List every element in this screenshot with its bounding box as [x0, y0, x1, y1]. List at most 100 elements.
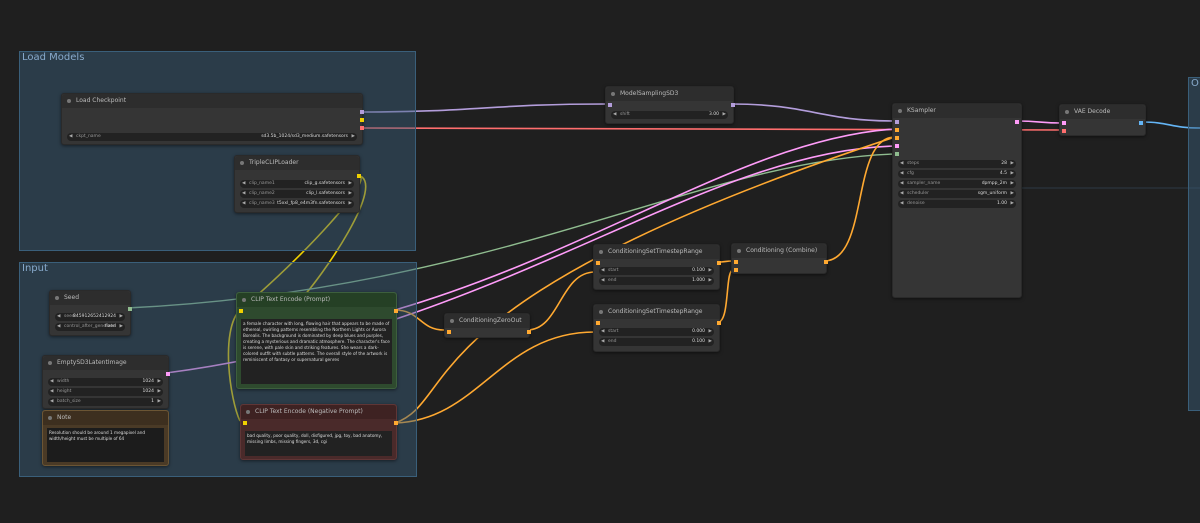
collapse-dot-icon[interactable] — [1065, 110, 1069, 114]
input-port-samples[interactable] — [1062, 121, 1066, 125]
node-triple-clip-loader[interactable]: TripleCLIPLoader ◀ clip_name1 clip_g.saf… — [234, 155, 361, 213]
prompt-textarea[interactable]: a female character with long, flowing ha… — [241, 319, 392, 384]
arrow-right-icon[interactable]: ▶ — [709, 277, 712, 285]
arrow-right-icon[interactable]: ▶ — [709, 328, 712, 336]
output-port-vae[interactable] — [360, 126, 364, 130]
collapse-dot-icon[interactable] — [240, 161, 244, 165]
node-seed[interactable]: Seed ◀ seed 845912652412924 ▶ ◀ control_… — [49, 290, 132, 336]
widget-width[interactable]: ◀ width 1024 ▶ — [48, 378, 163, 386]
widget-shift[interactable]: ◀ shift 3.00 ▶ — [611, 111, 728, 119]
arrow-right-icon[interactable]: ▶ — [1011, 190, 1014, 198]
input-port-vae[interactable] — [1062, 129, 1066, 133]
output-port-conditioning[interactable] — [824, 260, 828, 264]
output-port-model[interactable] — [360, 110, 364, 114]
node-title[interactable]: Conditioning (Combine) — [732, 244, 826, 258]
group-output[interactable]: O — [1188, 77, 1200, 411]
arrow-left-icon[interactable]: ◀ — [57, 323, 60, 331]
node-cond-timestep-range-2[interactable]: ConditioningSetTimestepRange ◀ start 0.0… — [593, 304, 721, 352]
node-title[interactable]: KSampler — [893, 104, 1021, 118]
node-conditioning-combine[interactable]: Conditioning (Combine) — [731, 243, 828, 274]
widget-height[interactable]: ◀ height 1024 ▶ — [48, 388, 163, 396]
input-port-conditioning-2[interactable] — [734, 268, 738, 272]
widget-denoise[interactable]: ◀ denoise 1.00 ▶ — [898, 200, 1016, 208]
widget-cfg[interactable]: ◀ cfg 4.5 ▶ — [898, 170, 1016, 178]
input-port-conditioning[interactable] — [447, 330, 451, 334]
arrow-right-icon[interactable]: ▶ — [120, 323, 123, 331]
input-port-model[interactable] — [608, 103, 612, 107]
output-port-clip[interactable] — [360, 118, 364, 122]
input-port-conditioning[interactable] — [596, 321, 600, 325]
node-conditioning-zero-out[interactable]: ConditioningZeroOut — [444, 313, 531, 338]
arrow-right-icon[interactable]: ▶ — [709, 338, 712, 346]
node-note[interactable]: Note Resolution should be around 1 megap… — [42, 410, 169, 466]
arrow-right-icon[interactable]: ▶ — [1011, 160, 1014, 168]
arrow-right-icon[interactable]: ▶ — [723, 111, 726, 119]
arrow-left-icon[interactable]: ◀ — [900, 170, 903, 178]
node-title[interactable]: ConditioningSetTimestepRange — [594, 305, 719, 319]
input-port-clip[interactable] — [239, 309, 243, 313]
node-title[interactable]: VAE Decode — [1060, 105, 1145, 119]
widget-seed[interactable]: ◀ seed 845912652412924 ▶ — [55, 313, 125, 321]
arrow-right-icon[interactable]: ▶ — [1011, 180, 1014, 188]
widget-ckpt-name[interactable]: ◀ ckpt_name sd3.5b_1024/sd3_medium.safet… — [67, 133, 357, 141]
arrow-left-icon[interactable]: ◀ — [242, 190, 245, 198]
widget-steps[interactable]: ◀ steps 28 ▶ — [898, 160, 1016, 168]
widget-clip-name3[interactable]: ◀ clip_name3 t5xxl_fp8_e4m3fn.safetensor… — [240, 200, 354, 208]
arrow-left-icon[interactable]: ◀ — [69, 133, 72, 141]
node-title[interactable]: Note — [43, 411, 168, 425]
input-port-model[interactable] — [895, 120, 899, 124]
output-port-conditioning[interactable] — [527, 330, 531, 334]
note-text[interactable]: Resolution should be around 1 megapixel … — [47, 428, 164, 462]
output-port-conditioning[interactable] — [394, 421, 398, 425]
arrow-left-icon[interactable]: ◀ — [50, 378, 53, 386]
widget-control-after-generate[interactable]: ◀ control_after_generate fixed ▶ — [55, 323, 125, 331]
output-port-clip[interactable] — [357, 174, 361, 178]
input-port-seed[interactable] — [895, 152, 899, 156]
widget-start[interactable]: ◀ start 0.100 ▶ — [599, 267, 714, 275]
collapse-dot-icon[interactable] — [450, 319, 454, 323]
node-clip-text-encode-negative[interactable]: CLIP Text Encode (Negative Prompt) bad q… — [240, 404, 398, 460]
output-port-model[interactable] — [731, 103, 735, 107]
widget-clip-name1[interactable]: ◀ clip_name1 clip_g.safetensors ▶ — [240, 180, 354, 188]
arrow-right-icon[interactable]: ▶ — [349, 190, 352, 198]
arrow-left-icon[interactable]: ◀ — [242, 180, 245, 188]
arrow-right-icon[interactable]: ▶ — [349, 200, 352, 208]
arrow-right-icon[interactable]: ▶ — [158, 398, 161, 406]
node-title[interactable]: ModelSamplingSD3 — [606, 87, 733, 101]
arrow-left-icon[interactable]: ◀ — [57, 313, 60, 321]
node-title[interactable]: Load Checkpoint — [62, 94, 362, 108]
input-port-conditioning[interactable] — [596, 261, 600, 265]
arrow-right-icon[interactable]: ▶ — [1011, 170, 1014, 178]
output-port-conditioning[interactable] — [717, 321, 721, 325]
widget-end[interactable]: ◀ end 1.000 ▶ — [599, 277, 714, 285]
node-ksampler[interactable]: KSampler ◀ steps 28 ▶ ◀ cfg 4.5 ▶ ◀ samp… — [892, 103, 1022, 298]
collapse-dot-icon[interactable] — [246, 410, 250, 414]
widget-scheduler[interactable]: ◀ scheduler sgm_uniform ▶ — [898, 190, 1016, 198]
arrow-left-icon[interactable]: ◀ — [601, 338, 604, 346]
output-port-int[interactable] — [128, 307, 132, 311]
node-title[interactable]: EmptySD3LatentImage — [43, 356, 168, 370]
arrow-left-icon[interactable]: ◀ — [900, 190, 903, 198]
node-title[interactable]: CLIP Text Encode (Negative Prompt) — [241, 405, 396, 419]
node-load-checkpoint[interactable]: Load Checkpoint ◀ ckpt_name sd3.5b_1024/… — [61, 93, 364, 145]
output-port-latent[interactable] — [1015, 120, 1019, 124]
output-port-conditioning[interactable] — [394, 309, 398, 313]
arrow-right-icon[interactable]: ▶ — [158, 378, 161, 386]
input-port-latent[interactable] — [895, 144, 899, 148]
node-model-sampling-sd3[interactable]: ModelSamplingSD3 ◀ shift 3.00 ▶ — [605, 86, 735, 124]
arrow-right-icon[interactable]: ▶ — [158, 388, 161, 396]
arrow-left-icon[interactable]: ◀ — [900, 180, 903, 188]
arrow-right-icon[interactable]: ▶ — [352, 133, 355, 141]
output-port-conditioning[interactable] — [717, 261, 721, 265]
widget-clip-name2[interactable]: ◀ clip_name2 clip_l.safetensors ▶ — [240, 190, 354, 198]
input-port-negative[interactable] — [895, 136, 899, 140]
collapse-dot-icon[interactable] — [898, 109, 902, 113]
arrow-right-icon[interactable]: ▶ — [709, 267, 712, 275]
arrow-left-icon[interactable]: ◀ — [50, 388, 53, 396]
arrow-left-icon[interactable]: ◀ — [601, 277, 604, 285]
node-cond-timestep-range-1[interactable]: ConditioningSetTimestepRange ◀ start 0.1… — [593, 244, 721, 290]
node-title[interactable]: TripleCLIPLoader — [235, 156, 359, 170]
collapse-dot-icon[interactable] — [48, 361, 52, 365]
arrow-left-icon[interactable]: ◀ — [613, 111, 616, 119]
widget-batch-size[interactable]: ◀ batch_size 1 ▶ — [48, 398, 163, 406]
